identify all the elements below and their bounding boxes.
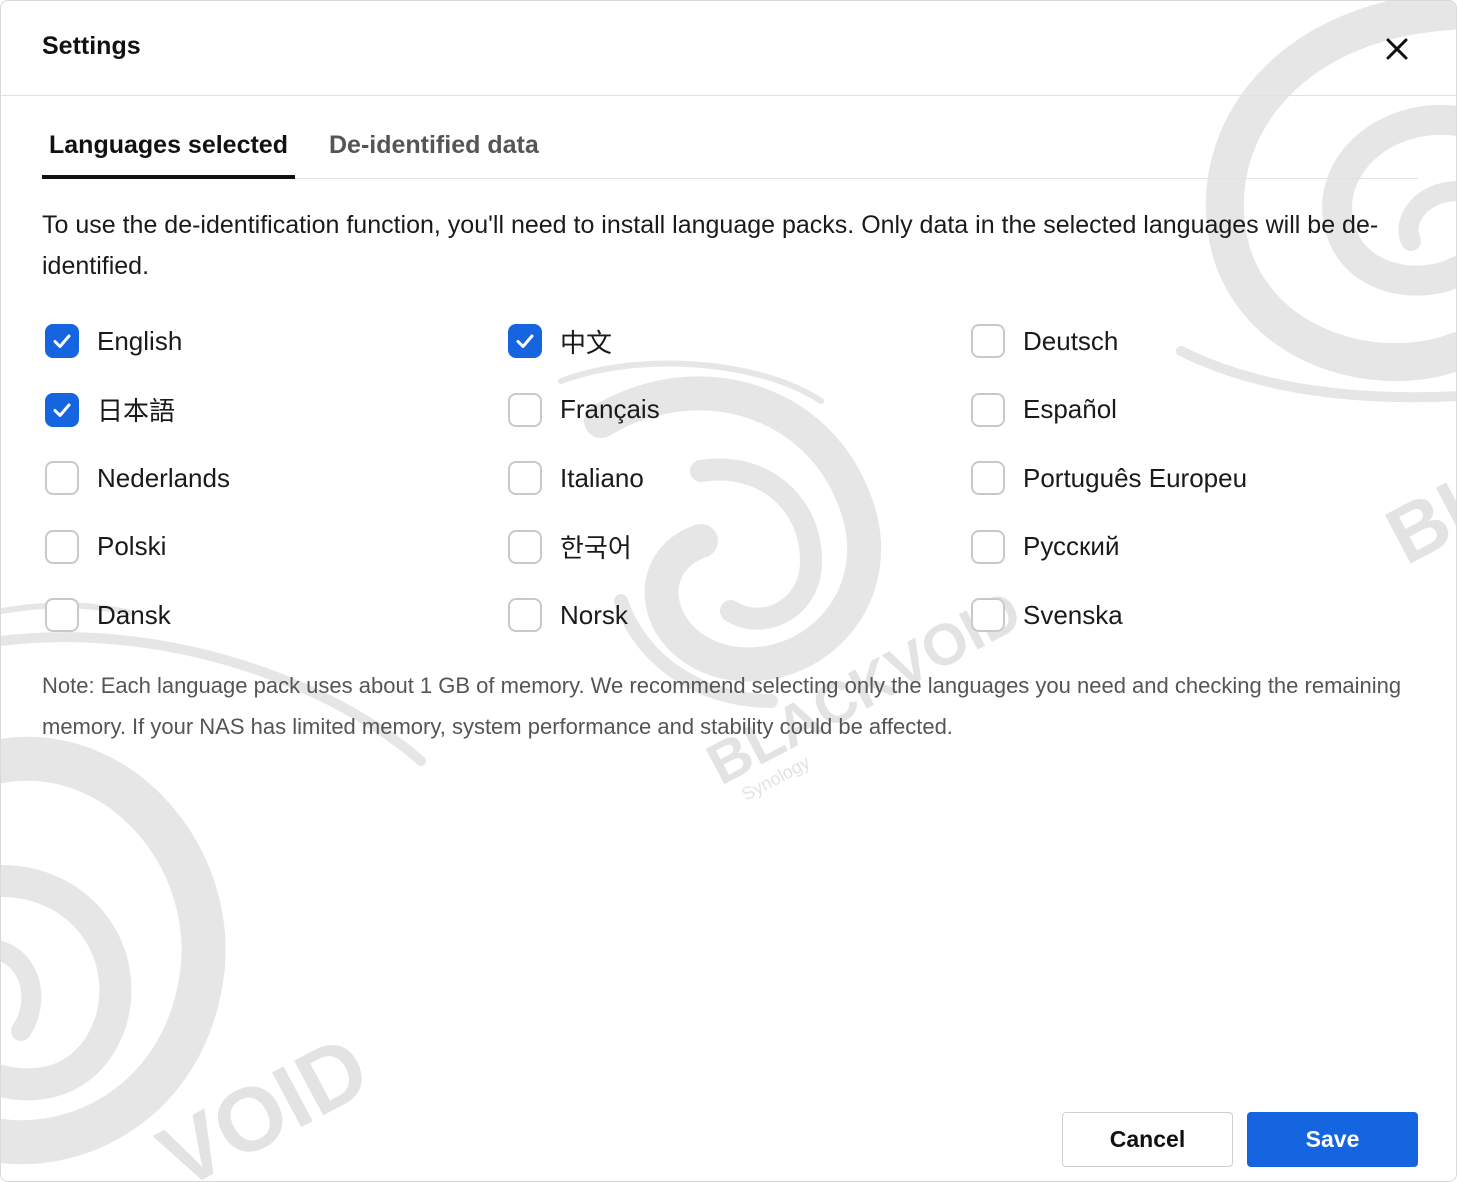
dialog-header: Settings [1, 1, 1456, 96]
language-checkbox[interactable] [971, 461, 1005, 496]
language-checkbox[interactable] [508, 461, 542, 496]
tab-bar: Languages selected De-identified data [42, 119, 1418, 179]
dialog-title: Settings [42, 32, 141, 60]
language-checkbox[interactable] [45, 598, 79, 633]
language-label: 日本語 [97, 396, 176, 427]
close-icon [1386, 38, 1408, 60]
language-option[interactable]: Deutsch [971, 307, 1425, 376]
cancel-button[interactable]: Cancel [1062, 1112, 1233, 1167]
tab-languages-selected[interactable]: Languages selected [42, 119, 295, 179]
tab-de-identified-data[interactable]: De-identified data [322, 119, 546, 179]
language-label: Polski [97, 531, 167, 562]
save-button[interactable]: Save [1247, 1112, 1418, 1167]
language-option[interactable]: 日本語 [45, 376, 508, 445]
language-label: Español [1023, 394, 1117, 425]
language-option[interactable]: Русский [971, 513, 1425, 582]
language-checkbox[interactable] [971, 324, 1005, 359]
settings-dialog: BLACKVOID Synology VOID BL Settings Lang… [0, 0, 1457, 1182]
language-label: English [97, 325, 183, 356]
checkmark-icon [53, 403, 71, 417]
checkmark-icon [53, 334, 71, 349]
language-label: Português Europeu [1023, 462, 1248, 493]
language-option[interactable]: Italiano [508, 444, 971, 513]
language-checkbox[interactable] [45, 392, 79, 427]
language-checkbox-grid: English 中文 Deutsch 日本語 Français Español Nederl… [45, 307, 1425, 650]
language-label: Русский [1023, 531, 1120, 562]
svg-text:VOID: VOID [143, 1017, 384, 1182]
memory-note: Note: Each language pack uses about 1 GB… [42, 673, 1402, 739]
language-option[interactable]: Dansk [45, 581, 508, 650]
language-option[interactable]: Português Europeu [971, 444, 1425, 513]
language-option[interactable]: Polski [45, 513, 508, 582]
language-checkbox[interactable] [508, 324, 542, 359]
language-option[interactable]: Norsk [508, 581, 971, 650]
language-option[interactable]: Français [508, 376, 971, 445]
language-checkbox[interactable] [508, 598, 542, 633]
language-label: Dansk [97, 599, 171, 630]
language-checkbox[interactable] [45, 324, 79, 359]
language-checkbox[interactable] [971, 392, 1005, 427]
language-label: Italiano [560, 462, 644, 493]
language-checkbox[interactable] [45, 461, 79, 496]
language-checkbox[interactable] [508, 529, 542, 564]
language-label: Français [560, 394, 660, 425]
language-label: Norsk [560, 599, 628, 630]
language-label: Nederlands [97, 462, 230, 493]
language-option[interactable]: 한국어 [508, 513, 971, 582]
language-checkbox[interactable] [45, 529, 79, 564]
close-button[interactable] [1381, 33, 1413, 65]
language-option[interactable]: Svenska [971, 581, 1425, 650]
language-option[interactable]: Español [971, 376, 1425, 445]
language-option[interactable]: 中文 [508, 307, 971, 376]
language-label: Deutsch [1023, 325, 1119, 356]
checkmark-icon [516, 334, 534, 349]
language-checkbox[interactable] [508, 392, 542, 427]
language-label: Svenska [1023, 599, 1123, 630]
language-option[interactable]: Nederlands [45, 444, 508, 513]
language-label: 한국어 [560, 533, 632, 564]
language-checkbox[interactable] [971, 529, 1005, 564]
language-checkbox[interactable] [971, 598, 1005, 633]
description-text: To use the de-identification function, y… [42, 211, 1379, 280]
language-option[interactable]: English [45, 307, 508, 376]
language-label: 中文 [560, 327, 613, 358]
svg-text:Synology: Synology [738, 752, 813, 804]
